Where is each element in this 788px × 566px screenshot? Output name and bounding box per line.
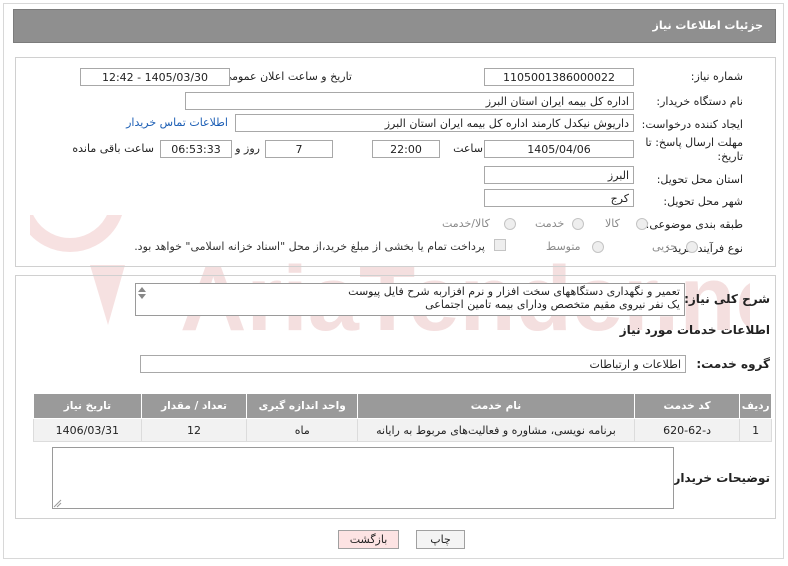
purchase-option-minor: جزیی	[652, 240, 678, 253]
buyer-org-field[interactable]: اداره کل بیمه ایران استان البرز	[185, 92, 634, 110]
deadline-date-field[interactable]: 1405/04/06	[484, 140, 634, 158]
creator-label: ایجاد کننده درخواست:	[641, 118, 743, 131]
announce-datetime-field[interactable]: 1405/03/30 - 12:42	[80, 68, 230, 86]
description-line-2: یک نفر نیروی مقیم متخصص ودارای بیمه تامی…	[425, 298, 680, 311]
row-name: برنامه نویسی، مشاوره و فعالیت‌های مربوط …	[357, 418, 635, 442]
category-option-goods-service: کالا/خدمت	[442, 217, 490, 230]
announce-datetime-label: تاریخ و ساعت اعلان عمومی:	[219, 70, 352, 83]
remaining-time-field[interactable]: 06:53:33	[160, 140, 232, 158]
treasury-checkbox[interactable]	[494, 239, 506, 251]
row-date: 1406/03/31	[33, 418, 142, 442]
city-label: شهر محل تحویل:	[663, 195, 743, 208]
header-bar: جزئیات اطلاعات نیاز	[13, 9, 776, 43]
description-textarea[interactable]: تعمیر و نگهداری دستگاههای سخت افزار و نر…	[135, 283, 685, 316]
col-name: نام خدمت	[357, 393, 635, 419]
purchase-radio-medium[interactable]	[592, 241, 604, 253]
category-label: طبقه بندی موضوعی:	[645, 218, 743, 231]
scroll-arrows-icon[interactable]	[136, 284, 148, 314]
need-number-label: شماره نیاز:	[690, 70, 743, 83]
col-date: تاریخ نیاز	[33, 393, 142, 419]
category-radio-goods[interactable]	[636, 218, 648, 230]
resize-handle-icon[interactable]	[53, 499, 62, 508]
need-number-field[interactable]: 1105001386000022	[484, 68, 634, 86]
col-code: کد خدمت	[633, 393, 741, 419]
services-table-header: ردیف کد خدمت نام خدمت واحد اندازه گیری ت…	[33, 393, 772, 419]
need-info-panel	[15, 57, 776, 267]
category-radio-service[interactable]	[572, 218, 584, 230]
row-code: د-62-620	[633, 418, 741, 442]
creator-field[interactable]: داریوش نیکدل کارمند اداره کل بیمه ایران …	[235, 114, 634, 132]
service-group-label: گروه خدمت:	[696, 357, 770, 371]
back-button[interactable]: بازگشت	[338, 530, 399, 549]
deadline-time-field[interactable]: 22:00	[372, 140, 440, 158]
deadline-label-line2: تاریخ:	[717, 150, 743, 163]
province-field[interactable]: البرز	[484, 166, 634, 184]
row-qty: 12	[140, 418, 248, 442]
treasury-note: پرداخت تمام یا بخشی از مبلغ خرید،از محل …	[134, 240, 485, 253]
service-group-field[interactable]: اطلاعات و ارتباطات	[140, 355, 686, 373]
table-row[interactable]: 1 د-62-620 برنامه نویسی، مشاوره و فعالیت…	[33, 418, 772, 442]
purchase-radio-minor[interactable]	[686, 241, 698, 253]
description-label: شرح کلی نیاز:	[684, 292, 770, 306]
remaining-time-label: ساعت باقی مانده	[72, 142, 154, 155]
buyer-org-label: نام دستگاه خریدار:	[656, 95, 743, 108]
buyer-notes-textarea[interactable]	[52, 447, 674, 509]
category-option-goods: کالا	[605, 217, 620, 230]
deadline-days-field[interactable]: 7	[265, 140, 333, 158]
col-unit: واحد اندازه گیری	[246, 393, 359, 419]
services-table: ردیف کد خدمت نام خدمت واحد اندازه گیری ت…	[33, 393, 772, 442]
category-option-service: خدمت	[535, 217, 565, 230]
row-index: 1	[739, 418, 772, 442]
buyer-contact-link[interactable]: اطلاعات تماس خریدار	[126, 116, 228, 129]
col-qty: تعداد / مقدار	[140, 393, 248, 419]
services-section-title: اطلاعات خدمات مورد نیاز	[619, 323, 770, 337]
buyer-notes-label: توضیحات خریدار:	[668, 471, 770, 485]
deadline-label-line1: مهلت ارسال پاسخ: تا	[645, 136, 743, 149]
print-button[interactable]: چاپ	[416, 530, 465, 549]
deadline-time-label: ساعت	[453, 142, 483, 155]
row-unit: ماه	[246, 418, 359, 442]
category-radio-goods-service[interactable]	[504, 218, 516, 230]
page-title: جزئیات اطلاعات نیاز	[652, 19, 764, 32]
province-label: استان محل تحویل:	[656, 173, 743, 186]
purchase-option-medium: متوسط	[546, 240, 581, 253]
deadline-days-label: روز و	[235, 142, 260, 155]
col-index: ردیف	[739, 393, 772, 419]
description-line-1: تعمیر و نگهداری دستگاههای سخت افزار و نر…	[348, 285, 680, 298]
city-field[interactable]: کرج	[484, 189, 634, 207]
